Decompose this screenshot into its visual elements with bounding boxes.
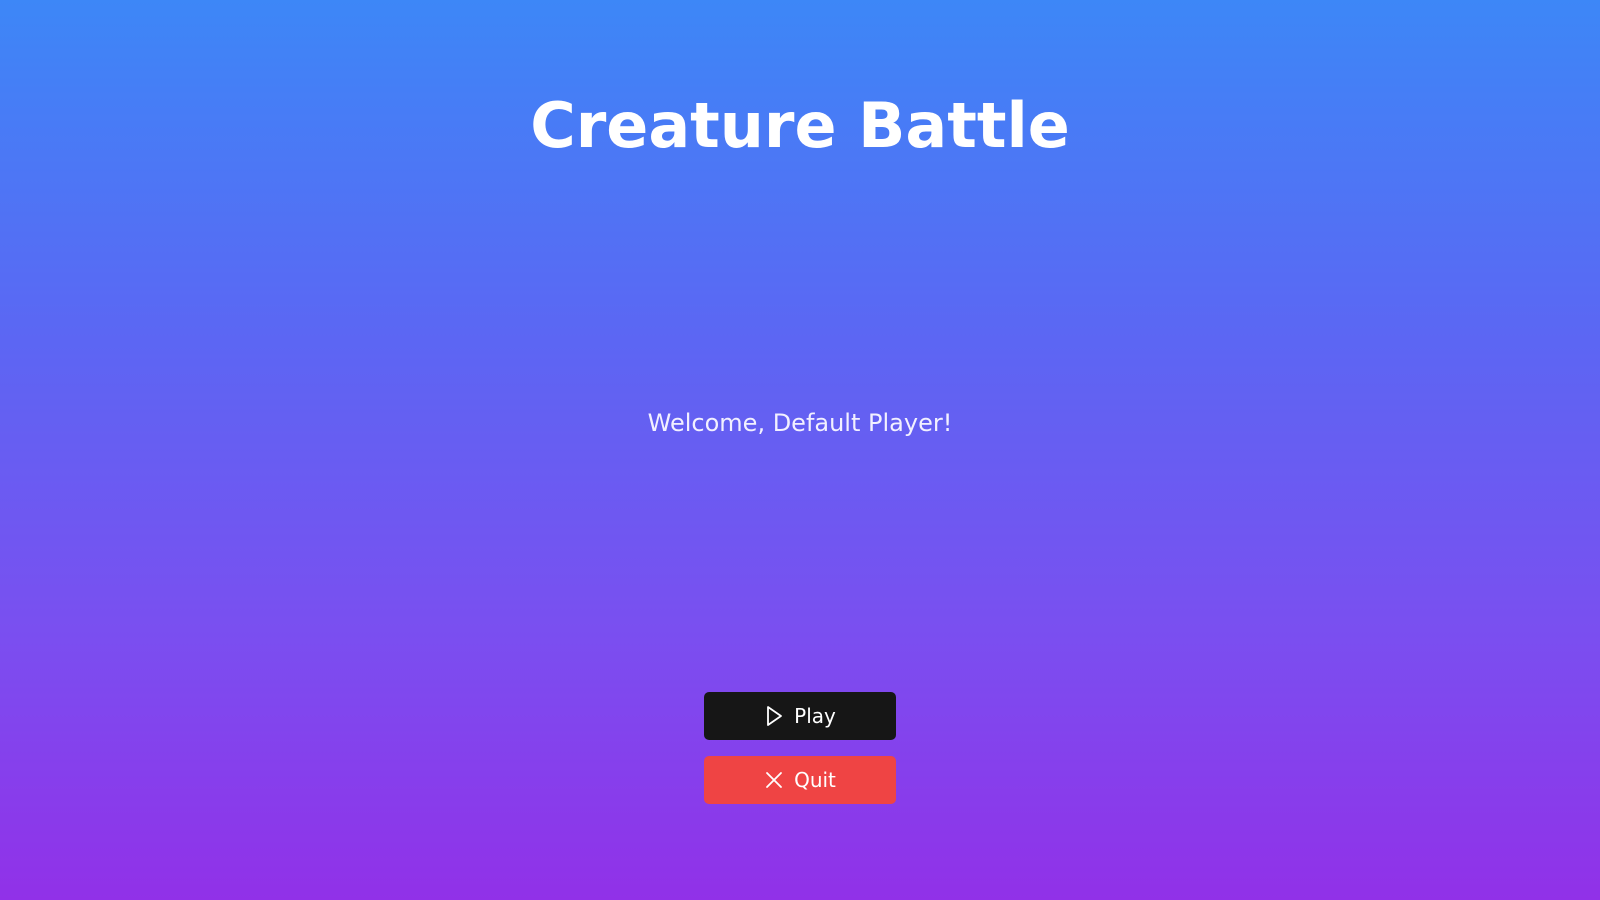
game-title: Creature Battle <box>530 89 1070 162</box>
play-button-label: Play <box>794 704 836 728</box>
play-icon <box>764 706 784 726</box>
close-icon <box>764 770 784 790</box>
play-button[interactable]: Play <box>704 692 896 740</box>
main-menu: Play Quit <box>704 692 896 804</box>
quit-button[interactable]: Quit <box>704 756 896 804</box>
quit-button-label: Quit <box>794 768 836 792</box>
welcome-message: Welcome, Default Player! <box>647 409 953 437</box>
